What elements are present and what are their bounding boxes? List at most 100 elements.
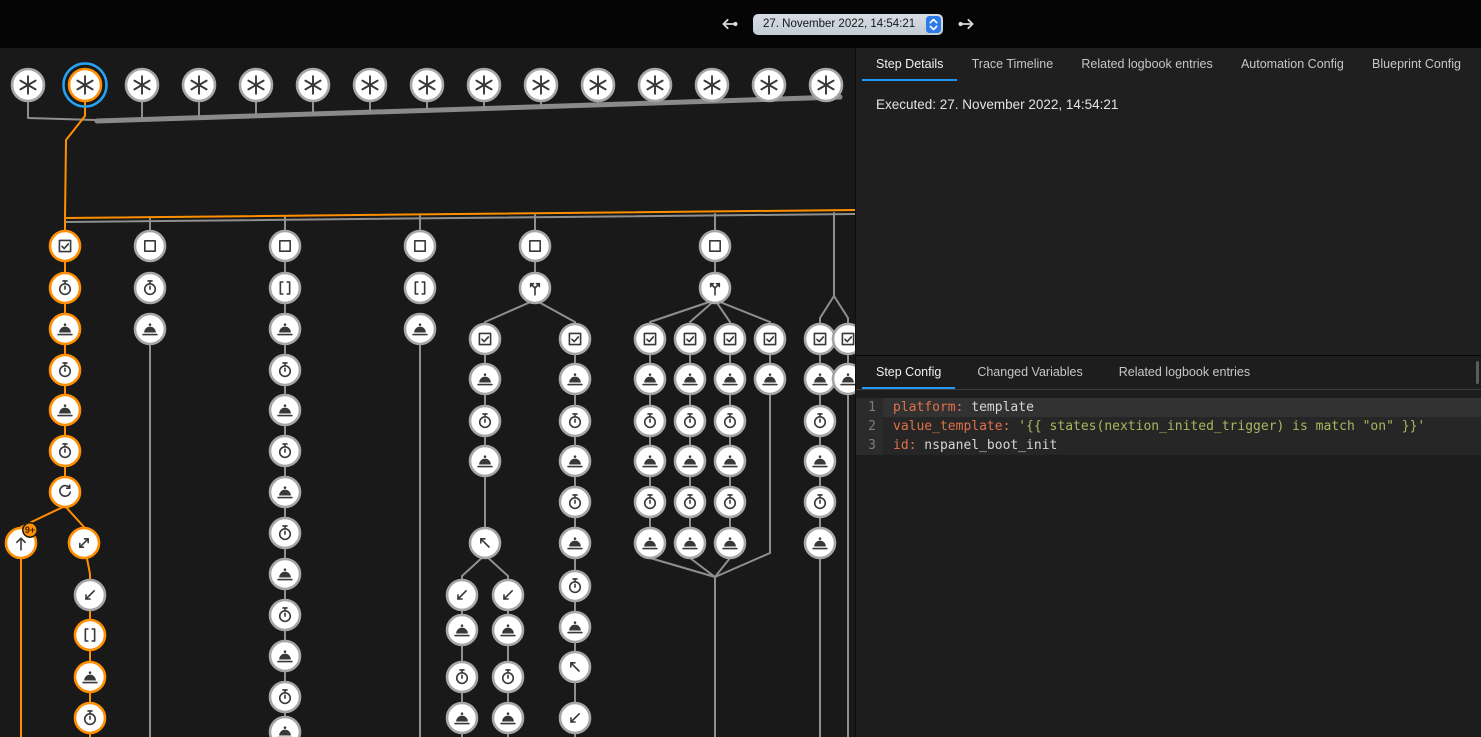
trace-node-delay[interactable] (493, 662, 523, 692)
trace-node-service[interactable] (135, 314, 165, 344)
previous-run-arrow-icon[interactable] (718, 13, 740, 35)
trace-node-condition[interactable] (50, 231, 80, 261)
trace-node-choose[interactable] (270, 231, 300, 261)
trace-node-delay[interactable] (715, 406, 745, 436)
trace-node-condition[interactable] (675, 324, 705, 354)
trace-node-brackets[interactable] (75, 620, 105, 650)
trace-node-service[interactable] (715, 364, 745, 394)
trace-node-service[interactable] (715, 528, 745, 558)
trace-node-trigger[interactable] (753, 69, 785, 101)
trace-node-delay[interactable] (270, 682, 300, 712)
trace-node-delay[interactable] (715, 487, 745, 517)
trace-node-service[interactable] (270, 717, 300, 737)
trace-node-delay[interactable] (470, 406, 500, 436)
trace-node-service[interactable] (560, 612, 590, 642)
trace-node-condition[interactable] (715, 324, 745, 354)
tab-config-related-logbook-entries[interactable]: Related logbook entries (1105, 356, 1264, 389)
trace-node-condition[interactable] (805, 324, 835, 354)
trace-node-service[interactable] (50, 314, 80, 344)
trace-node-delay[interactable] (270, 436, 300, 466)
trace-node-service[interactable] (755, 364, 785, 394)
trace-node-service[interactable] (675, 364, 705, 394)
trace-node-trigger[interactable] (525, 69, 557, 101)
trace-node-service[interactable] (560, 446, 590, 476)
trace-node-trigger[interactable] (411, 69, 443, 101)
trace-node-delay[interactable] (560, 406, 590, 436)
trace-node-delay[interactable] (805, 487, 835, 517)
trace-node-trigger[interactable] (810, 69, 842, 101)
trace-node-service[interactable] (470, 446, 500, 476)
trace-node-choose[interactable] (700, 231, 730, 261)
tab-step-details[interactable]: Step Details (862, 48, 957, 81)
trace-node-service[interactable] (270, 641, 300, 671)
trace-node-service[interactable] (470, 364, 500, 394)
trace-node-brackets[interactable] (405, 273, 435, 303)
trace-node-service[interactable] (635, 528, 665, 558)
trace-node-service[interactable] (805, 446, 835, 476)
trace-node-parallel[interactable] (700, 273, 730, 303)
trace-node-service[interactable] (493, 615, 523, 645)
trace-node-service[interactable] (715, 446, 745, 476)
trace-node-delay[interactable] (75, 703, 105, 733)
trace-node-arrow-top-left[interactable] (560, 652, 590, 682)
trace-node-choose[interactable] (405, 231, 435, 261)
tab-step-config[interactable]: Step Config (862, 356, 955, 389)
trace-node-brackets[interactable] (270, 273, 300, 303)
trace-node-service[interactable] (447, 615, 477, 645)
trace-node-trigger[interactable] (297, 69, 329, 101)
trace-node-trigger[interactable] (639, 69, 671, 101)
trace-node-service[interactable] (447, 703, 477, 733)
trace-node-delay[interactable] (50, 273, 80, 303)
trace-node-service[interactable] (805, 528, 835, 558)
trace-node-service[interactable] (635, 446, 665, 476)
trace-node-delay[interactable] (675, 406, 705, 436)
trace-node-service[interactable] (560, 528, 590, 558)
trace-node-choose[interactable] (135, 231, 165, 261)
trace-node-delay[interactable] (50, 355, 80, 385)
trace-node-service[interactable] (675, 528, 705, 558)
trace-node-condition[interactable] (560, 324, 590, 354)
tab-automation-config[interactable]: Automation Config (1227, 48, 1358, 81)
trace-node-condition[interactable] (635, 324, 665, 354)
trace-node-choose[interactable] (520, 231, 550, 261)
trace-node-service[interactable] (270, 395, 300, 425)
tab-trace-timeline[interactable]: Trace Timeline (958, 48, 1068, 81)
trace-node-delay[interactable] (560, 571, 590, 601)
trace-node-condition[interactable] (470, 324, 500, 354)
trace-node-service[interactable] (405, 314, 435, 344)
trace-node-service[interactable] (270, 559, 300, 589)
trace-node-trigger[interactable] (183, 69, 215, 101)
trace-node-parallel[interactable] (520, 273, 550, 303)
tab-changed-variables[interactable]: Changed Variables (963, 356, 1096, 389)
trace-node-trigger[interactable] (12, 69, 44, 101)
trace-node-delay[interactable] (675, 487, 705, 517)
trace-node-arrow-top-left[interactable] (470, 528, 500, 558)
trace-node-delay[interactable] (135, 273, 165, 303)
trace-node-arrow-bottom-left[interactable] (75, 580, 105, 610)
trace-node-arrow-bottom-left[interactable] (493, 580, 523, 610)
trace-node-service[interactable] (50, 395, 80, 425)
trace-node-condition[interactable] (833, 324, 855, 354)
trace-node-delay[interactable] (805, 406, 835, 436)
trace-node-repeat[interactable] (50, 477, 80, 507)
trace-node-trigger[interactable] (696, 69, 728, 101)
next-run-arrow-icon[interactable] (956, 13, 978, 35)
trace-node-service[interactable] (805, 364, 835, 394)
trace-node-arrow-bottom-left[interactable] (447, 580, 477, 610)
tab-blueprint-config[interactable]: Blueprint Config (1358, 48, 1475, 81)
trace-node-arrow-expand[interactable] (69, 528, 99, 558)
trace-node-delay[interactable] (270, 600, 300, 630)
scrollbar-thumb[interactable] (1476, 361, 1479, 384)
trace-node-trigger[interactable] (468, 69, 500, 101)
trace-node-service[interactable] (270, 477, 300, 507)
trace-node-service[interactable] (560, 364, 590, 394)
trace-node-delay[interactable] (50, 436, 80, 466)
trace-node-service[interactable] (833, 364, 855, 394)
trace-node-service[interactable] (635, 364, 665, 394)
trace-node-trigger[interactable] (582, 69, 614, 101)
trace-node-delay[interactable] (270, 355, 300, 385)
trace-node-service[interactable] (493, 703, 523, 733)
trace-node-delay[interactable] (270, 518, 300, 548)
trace-node-delay[interactable] (635, 487, 665, 517)
trace-node-service[interactable] (270, 314, 300, 344)
